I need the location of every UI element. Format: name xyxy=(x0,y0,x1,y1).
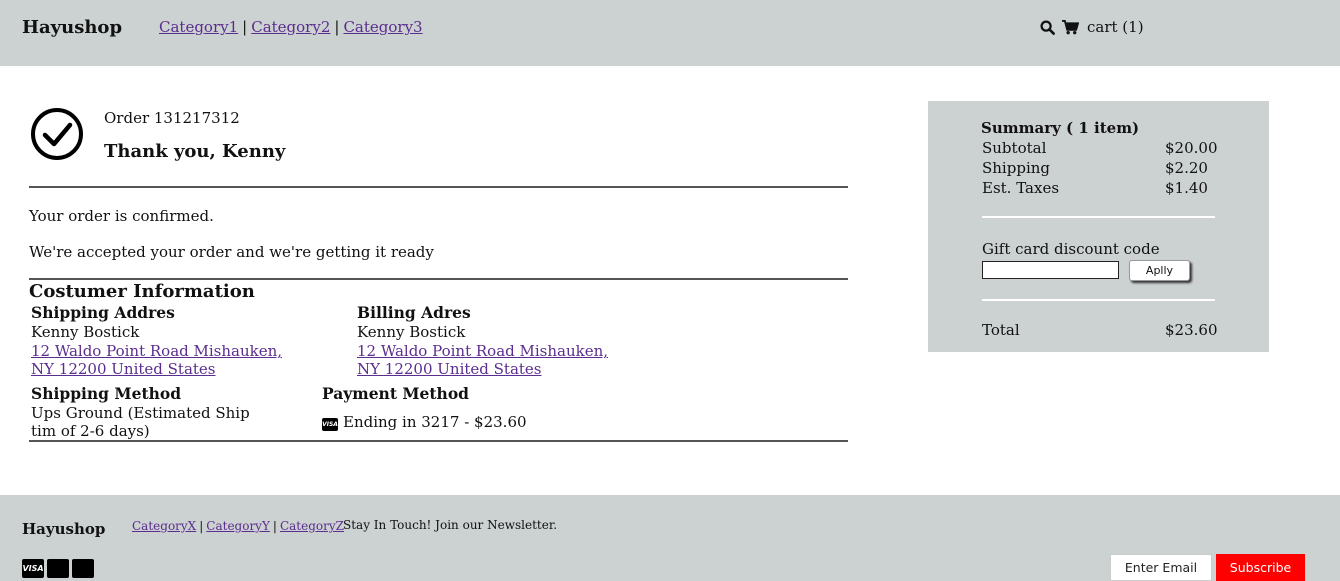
nav-category2-link[interactable]: Category2 xyxy=(251,18,330,36)
nav-separator: | xyxy=(242,18,248,36)
footer-brand[interactable]: Hayushop xyxy=(22,520,105,538)
check-circle-icon xyxy=(30,107,84,161)
header-tools: cart (1) xyxy=(1040,18,1144,36)
total-value: $23.60 xyxy=(1165,321,1218,339)
order-confirmed-text: Your order is confirmed. xyxy=(29,207,214,225)
billing-address-line1[interactable]: 12 Waldo Point Road Mishauken, xyxy=(357,342,608,360)
visa-card-icon: VISA xyxy=(322,418,338,431)
subscribe-button[interactable]: Subscribe xyxy=(1216,554,1305,581)
nav-category3-link[interactable]: Category3 xyxy=(343,18,422,36)
summary-title: Summary ( 1 item) xyxy=(981,119,1140,137)
billing-address-line2[interactable]: NY 12200 United States xyxy=(357,360,542,378)
payment-method-detail: VISA Ending in 3217 - $23.60 xyxy=(322,413,527,431)
total-label: Total xyxy=(982,321,1020,339)
shipping-method-line2: tim of 2-6 days) xyxy=(31,422,150,440)
taxes-value: $1.40 xyxy=(1165,179,1208,197)
payment-icons: VISA xyxy=(22,559,97,578)
taxes-label: Est. Taxes xyxy=(982,179,1060,197)
mastercard-icon xyxy=(47,559,69,578)
payment-method-text: Ending in 3217 - $23.60 xyxy=(343,413,527,431)
brand-logo[interactable]: Hayushop xyxy=(22,17,122,38)
shipping-address-title: Shipping Addres xyxy=(31,303,175,322)
category-nav: Category1 | Category2 | Category3 xyxy=(159,18,423,36)
amex-icon xyxy=(72,559,94,578)
thank-you-heading: Thank you, Kenny xyxy=(104,141,286,162)
visa-icon: VISA xyxy=(22,559,44,578)
footer-separator: | xyxy=(272,519,277,533)
shipping-method-line1: Ups Ground (Estimated Ship xyxy=(31,404,250,422)
cart-icon[interactable] xyxy=(1062,19,1079,35)
subtotal-label: Subtotal xyxy=(982,139,1047,157)
cart-link[interactable]: cart (1) xyxy=(1087,18,1144,36)
subtotal-row: Subtotal $20.00 xyxy=(982,139,1222,157)
shipping-name: Kenny Bostick xyxy=(31,323,140,341)
footer-categoryy-link[interactable]: CategoryY xyxy=(206,519,270,533)
footer-separator: | xyxy=(199,519,204,533)
shipping-method-title: Shipping Method xyxy=(31,384,182,403)
apply-button[interactable]: Aplly xyxy=(1129,260,1190,281)
billing-address-title: Billing Adres xyxy=(357,303,471,322)
newsletter-text: Stay In Touch! Join our Newsletter. xyxy=(343,518,558,532)
gift-card-input[interactable] xyxy=(982,261,1119,279)
nav-separator: | xyxy=(334,18,340,36)
shipping-value: $2.20 xyxy=(1165,159,1208,177)
divider xyxy=(29,440,848,442)
shipping-address-line1[interactable]: 12 Waldo Point Road Mishauken, xyxy=(31,342,282,360)
order-number: Order 131217312 xyxy=(104,109,240,127)
order-summary-panel: Summary ( 1 item) Subtotal $20.00 Shippi… xyxy=(928,101,1269,352)
nav-category1-link[interactable]: Category1 xyxy=(159,18,238,36)
billing-name: Kenny Bostick xyxy=(357,323,466,341)
summary-divider xyxy=(982,216,1215,218)
shipping-address-line2[interactable]: NY 12200 United States xyxy=(31,360,216,378)
footer-categoryx-link[interactable]: CategoryX xyxy=(132,519,196,533)
subtotal-value: $20.00 xyxy=(1165,139,1218,157)
site-header: Hayushop Category1 | Category2 | Category3 c… xyxy=(0,0,1340,66)
order-ready-text: We're accepted your order and we're gett… xyxy=(29,243,434,261)
footer-nav: CategoryX | CategoryY | CategoryZ xyxy=(132,519,344,533)
payment-method-title: Payment Method xyxy=(322,384,470,403)
site-footer: Hayushop CategoryX | CategoryY | CategoryZ S… xyxy=(0,495,1340,581)
shipping-label: Shipping xyxy=(982,159,1050,177)
shipping-row: Shipping $2.20 xyxy=(982,159,1222,177)
divider xyxy=(29,278,848,280)
summary-divider xyxy=(982,299,1215,301)
taxes-row: Est. Taxes $1.40 xyxy=(982,179,1222,197)
search-icon[interactable] xyxy=(1040,19,1055,35)
divider xyxy=(29,186,848,188)
email-input[interactable]: Enter Email xyxy=(1110,554,1212,581)
total-row: Total $23.60 xyxy=(982,321,1222,339)
footer-categoryz-link[interactable]: CategoryZ xyxy=(280,519,344,533)
customer-info-title: Costumer Information xyxy=(29,281,255,302)
gift-card-label: Gift card discount code xyxy=(982,240,1160,258)
